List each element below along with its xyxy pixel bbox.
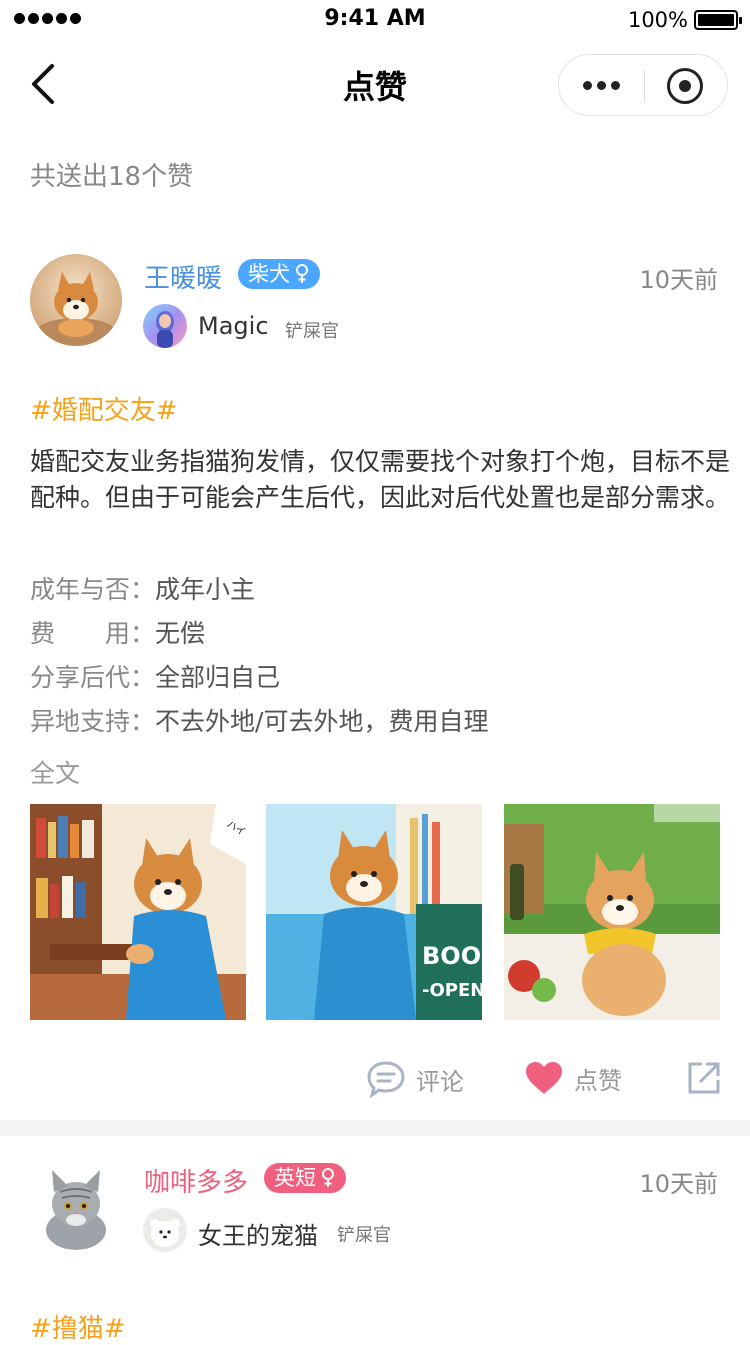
owner-role: 铲屎官 <box>285 321 339 342</box>
share-icon <box>688 1062 720 1094</box>
comment-button[interactable]: 评论 <box>366 1060 464 1098</box>
pet-name[interactable]: 王暖暖 <box>144 258 222 295</box>
more-dot-icon <box>583 80 592 90</box>
post-photo[interactable]: ハイ <box>30 804 246 1020</box>
owner-avatar[interactable] <box>143 304 187 348</box>
female-icon <box>296 264 308 283</box>
owner-role: 铲屎官 <box>337 1225 391 1246</box>
info-value: 无偿 <box>155 619 206 648</box>
post-time: 10天前 <box>639 1170 718 1198</box>
topic-tag[interactable]: #婚配交友# <box>30 390 178 427</box>
post-actions: 评论 点赞 <box>0 1060 750 1110</box>
svg-text:BOO: BOO <box>422 942 481 970</box>
full-text-link[interactable]: 全文 <box>30 754 80 790</box>
owner-avatar[interactable] <box>143 1208 187 1252</box>
like-label: 点赞 <box>574 1066 622 1095</box>
more-button[interactable] <box>559 55 644 115</box>
mini-program-capsule <box>558 54 728 116</box>
shiba-bookstore-photo: ハイ <box>30 804 246 1020</box>
post-photo[interactable] <box>504 804 720 1020</box>
more-dot-icon <box>611 80 620 90</box>
comment-label: 评论 <box>416 1067 464 1096</box>
owner-avatar-image <box>143 1208 187 1252</box>
info-row-adult: 成年与否：成年小主 <box>30 570 255 606</box>
post-separator <box>0 1120 750 1136</box>
info-row-remote: 异地支持：不去外地/可去外地，费用自理 <box>30 702 488 738</box>
info-row-fee: 费 用：无偿 <box>30 614 205 650</box>
svg-text:-OPEN: -OPEN <box>422 980 482 1001</box>
status-bar: 9:41 AM 100% <box>0 0 750 40</box>
info-label: 异地支持： <box>30 707 156 736</box>
post-time: 10天前 <box>639 266 718 294</box>
female-icon <box>322 1168 334 1187</box>
shiba-book-open-photo: BOO -OPEN <box>266 804 482 1020</box>
breed-label: 柴犬 <box>248 262 290 286</box>
battery-percent: 100% <box>627 8 688 32</box>
heart-icon <box>526 1062 562 1094</box>
info-label: 费 用： <box>30 619 156 648</box>
share-button[interactable] <box>686 1060 722 1096</box>
info-value: 全部归自己 <box>155 663 281 692</box>
breed-badge: 英短 <box>264 1163 346 1193</box>
battery-icon <box>694 10 742 30</box>
post-photo[interactable]: BOO -OPEN <box>266 804 482 1020</box>
more-dot-icon <box>597 80 606 90</box>
shiba-picnic-photo <box>504 804 720 1020</box>
like-button[interactable]: 点赞 <box>524 1060 622 1096</box>
owner-name[interactable]: 女王的宠猫 <box>198 1216 318 1251</box>
pet-avatar[interactable] <box>30 1158 122 1250</box>
info-label: 分享后代： <box>30 663 156 692</box>
info-value: 不去外地/可去外地，费用自理 <box>155 707 489 736</box>
nav-bar: 点赞 <box>0 40 750 128</box>
pet-name[interactable]: 咖啡多多 <box>144 1162 248 1199</box>
cat-avatar-image <box>30 1158 122 1250</box>
close-mini-program-button[interactable] <box>667 68 703 104</box>
shiba-avatar-image <box>30 254 122 346</box>
capsule-divider <box>644 70 645 102</box>
info-row-offspring: 分享后代：全部归自己 <box>30 658 280 694</box>
comment-icon <box>367 1061 405 1098</box>
owner-name[interactable]: Magic <box>198 312 269 340</box>
breed-badge: 柴犬 <box>238 259 320 289</box>
info-label: 成年与否： <box>30 575 156 604</box>
pet-avatar[interactable] <box>30 254 122 346</box>
owner-avatar-image <box>143 304 187 348</box>
info-value: 成年小主 <box>155 575 256 604</box>
likes-summary: 共送出18个赞 <box>30 162 194 192</box>
topic-tag[interactable]: #撸猫# <box>30 1308 126 1345</box>
post-body: 婚配交友业务指猫狗发情，仅仅需要找个对象打个炮，目标不是配种。但由于可能会产生后… <box>30 447 731 512</box>
breed-label: 英短 <box>274 1166 316 1190</box>
battery-status: 100% <box>627 8 742 32</box>
